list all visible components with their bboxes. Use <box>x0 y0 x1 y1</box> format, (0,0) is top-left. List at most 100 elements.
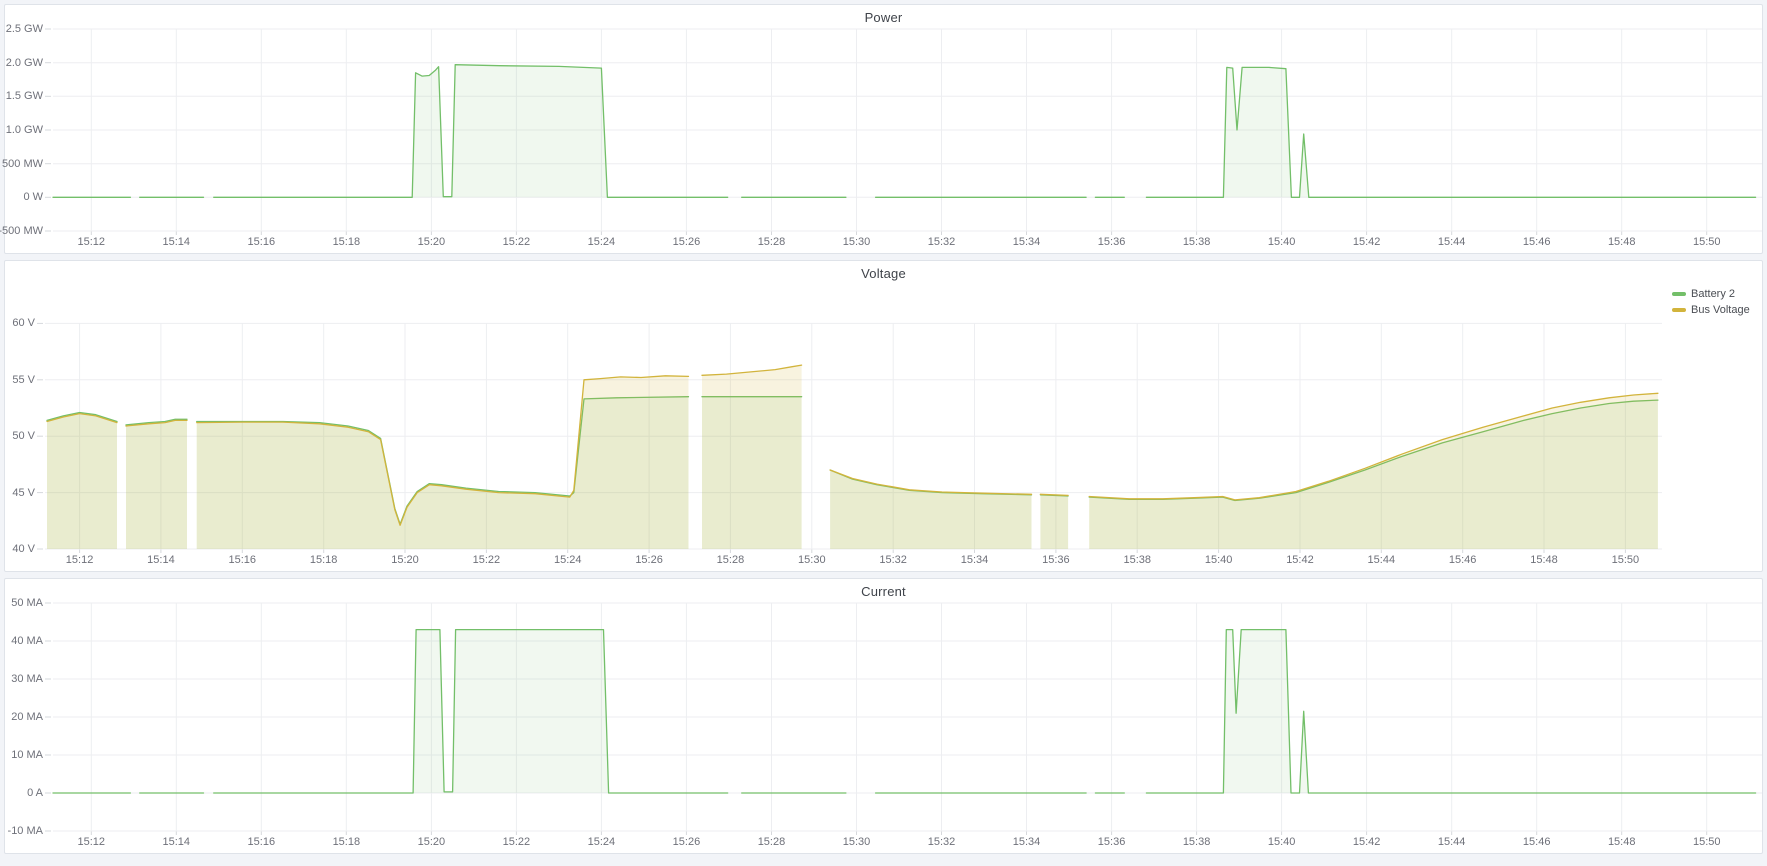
x-tick-label: 15:28 <box>758 836 786 848</box>
x-tick-label: 15:22 <box>503 236 531 248</box>
panel-power: Power 2.5 GW2.0 GW1.5 GW1.0 GW500 MW0 W-… <box>4 4 1763 254</box>
x-tick-label: 15:46 <box>1523 836 1551 848</box>
x-tick-label: 15:44 <box>1368 554 1396 566</box>
voltage-y-axis: 60 V55 V50 V45 V40 V <box>5 285 45 549</box>
y-tick-label: -500 MW <box>0 224 43 238</box>
y-tick-label: 2.5 GW <box>6 22 43 36</box>
x-tick-label: 15:50 <box>1612 554 1640 566</box>
y-tick-label: 0 W <box>23 190 43 204</box>
x-tick-label: 15:30 <box>798 554 826 566</box>
x-tick-label: 15:50 <box>1693 236 1721 248</box>
x-tick-label: 15:20 <box>418 236 446 248</box>
x-tick-label: 15:12 <box>66 554 94 566</box>
y-tick-label: 55 V <box>12 373 35 387</box>
x-tick-label: 15:22 <box>503 836 531 848</box>
x-tick-label: 15:36 <box>1042 554 1070 566</box>
panel-voltage: Voltage 60 V55 V50 V45 V40 V Battery 2Bu… <box>4 260 1763 572</box>
x-tick-label: 15:12 <box>77 836 105 848</box>
y-tick-label: 30 MA <box>11 672 43 686</box>
legend-series-color-icon <box>1672 292 1686 296</box>
x-tick-label: 15:20 <box>391 554 419 566</box>
x-tick-label: 15:34 <box>1013 236 1041 248</box>
x-tick-label: 15:44 <box>1438 236 1466 248</box>
y-tick-label: 40 V <box>12 542 35 556</box>
series-area-1 <box>702 365 802 549</box>
x-tick-label: 15:14 <box>163 236 191 248</box>
x-tick-label: 15:38 <box>1123 554 1151 566</box>
series-area-1 <box>1040 494 1068 549</box>
series-area-0 <box>1146 630 1755 793</box>
chart-canvas <box>53 29 1762 231</box>
y-tick-label: 50 MA <box>11 596 43 610</box>
x-tick-label: 15:18 <box>333 236 361 248</box>
x-tick-label: 15:20 <box>418 836 446 848</box>
legend-label: Bus Voltage <box>1691 304 1750 316</box>
x-tick-label: 15:14 <box>163 836 191 848</box>
power-x-axis: 15:12 15:14 15:16 15:18 15:20 15:22 15:24 15:26… <box>53 231 1762 253</box>
voltage-legend: Battery 2 Bus Voltage <box>1662 285 1762 549</box>
x-tick-label: 15:36 <box>1098 236 1126 248</box>
x-tick-label: 15:24 <box>588 836 616 848</box>
x-tick-label: 15:16 <box>229 554 257 566</box>
x-tick-label: 15:32 <box>928 236 956 248</box>
x-tick-label: 15:40 <box>1268 236 1296 248</box>
x-tick-label: 15:46 <box>1523 236 1551 248</box>
chart-canvas <box>45 285 1662 549</box>
chart-canvas <box>53 603 1762 831</box>
x-tick-label: 15:26 <box>673 236 701 248</box>
series-area-1 <box>126 420 187 549</box>
x-tick-label: 15:44 <box>1438 836 1466 848</box>
y-tick-label: 50 V <box>12 429 35 443</box>
series-area-0 <box>214 65 728 198</box>
power-plot-area[interactable] <box>53 29 1762 231</box>
x-tick-label: 15:38 <box>1183 236 1211 248</box>
x-tick-label: 15:36 <box>1098 836 1126 848</box>
series-area-1 <box>47 414 117 549</box>
y-tick-label: 2.0 GW <box>6 56 43 70</box>
x-tick-label: 15:24 <box>588 236 616 248</box>
dashboard: Power 2.5 GW 2.0 GW 1.5 GW 1.0 GW 500 MW 0 W -… <box>0 0 1767 866</box>
series-area-0 <box>214 630 728 793</box>
y-tick-label: 500 MW <box>2 157 43 171</box>
legend-label: Battery 2 <box>1691 288 1735 300</box>
panel-current-header[interactable]: Current <box>5 579 1762 603</box>
x-tick-label: 15:48 <box>1608 836 1636 848</box>
voltage-plot-area[interactable] <box>45 285 1662 549</box>
current-plot-area[interactable] <box>53 603 1762 831</box>
x-tick-label: 15:32 <box>879 554 907 566</box>
panel-title-power[interactable]: Power <box>865 10 903 25</box>
x-tick-label: 15:12 <box>77 236 105 248</box>
x-tick-label: 15:28 <box>758 236 786 248</box>
x-tick-label: 15:38 <box>1183 836 1211 848</box>
x-tick-label: 15:48 <box>1608 236 1636 248</box>
x-tick-label: 15:14 <box>147 554 175 566</box>
y-tick-label: 60 V <box>12 316 35 330</box>
series-area-1 <box>830 470 1031 549</box>
legend-item-battery-2[interactable]: Battery 2 <box>1672 288 1758 300</box>
x-tick-label: 15:16 <box>248 836 276 848</box>
legend-item-bus-voltage[interactable]: Bus Voltage <box>1672 304 1758 316</box>
y-tick-label: 40 MA <box>11 634 43 648</box>
x-tick-label: 15:34 <box>1013 836 1041 848</box>
x-tick-label: 15:30 <box>843 236 871 248</box>
x-tick-label: 15:30 <box>843 836 871 848</box>
x-tick-label: 15:40 <box>1205 554 1233 566</box>
y-tick-label: 1.0 GW <box>6 123 43 137</box>
x-tick-label: 15:16 <box>248 236 276 248</box>
panel-title-voltage[interactable]: Voltage <box>861 266 906 281</box>
panel-voltage-header[interactable]: Voltage <box>5 261 1762 285</box>
x-tick-label: 15:32 <box>928 836 956 848</box>
panel-power-header[interactable]: Power <box>5 5 1762 29</box>
y-tick-label: 10 MA <box>11 748 43 762</box>
panel-title-current[interactable]: Current <box>861 584 906 599</box>
y-tick-label: -10 MA <box>8 824 43 838</box>
x-tick-label: 15:18 <box>333 836 361 848</box>
x-tick-label: 15:34 <box>961 554 989 566</box>
y-tick-label: 1.5 GW <box>6 89 43 103</box>
y-tick-label: 0 A <box>27 786 43 800</box>
x-tick-label: 15:28 <box>717 554 745 566</box>
x-tick-label: 15:48 <box>1530 554 1558 566</box>
x-tick-label: 15:40 <box>1268 836 1296 848</box>
legend-series-color-icon <box>1672 308 1686 312</box>
current-x-axis: 15:1215:1415:1615:1815:2015:2215:2415:26… <box>53 831 1762 853</box>
